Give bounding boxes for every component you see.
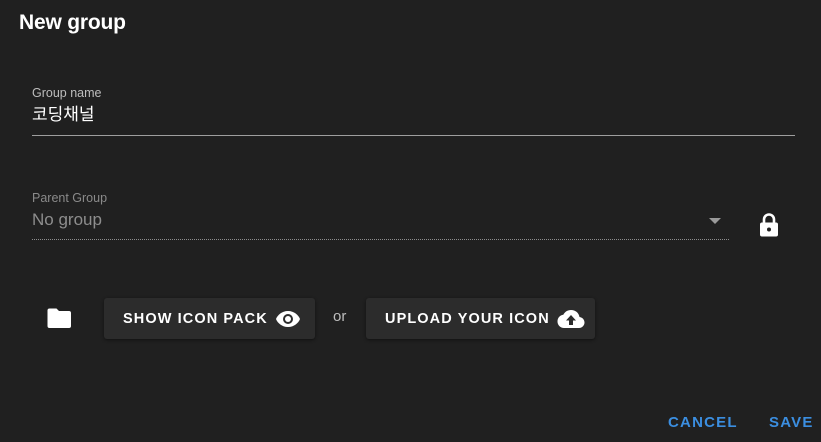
parent-group-underline	[32, 239, 729, 240]
eye-icon	[275, 310, 300, 327]
group-name-field[interactable]: Group name 코딩채널	[32, 85, 795, 136]
upload-icon-button[interactable]: UPLOAD YOUR ICON	[366, 298, 595, 339]
parent-group-select[interactable]: Parent Group No group	[32, 190, 729, 240]
save-button[interactable]: SAVE	[769, 414, 814, 431]
folder-icon	[47, 308, 71, 328]
dropdown-arrow-icon[interactable]	[709, 218, 721, 224]
parent-group-label: Parent Group	[32, 191, 108, 205]
upload-icon-label: UPLOAD YOUR ICON	[385, 310, 550, 327]
parent-group-value[interactable]: No group	[32, 208, 729, 232]
group-name-label: Group name	[32, 86, 102, 100]
lock-icon[interactable]	[759, 212, 779, 238]
show-icon-pack-button[interactable]: SHOW ICON PACK	[104, 298, 315, 339]
show-icon-pack-label: SHOW ICON PACK	[123, 310, 268, 327]
dialog-title: New group	[19, 11, 126, 34]
cloud-upload-icon	[557, 309, 585, 328]
group-name-input[interactable]: 코딩채널	[32, 103, 795, 127]
group-name-underline	[32, 135, 795, 136]
new-group-dialog: New group Group name 코딩채널 Parent Group N…	[0, 0, 821, 442]
cancel-button[interactable]: CANCEL	[668, 414, 738, 431]
or-separator: or	[333, 308, 347, 325]
